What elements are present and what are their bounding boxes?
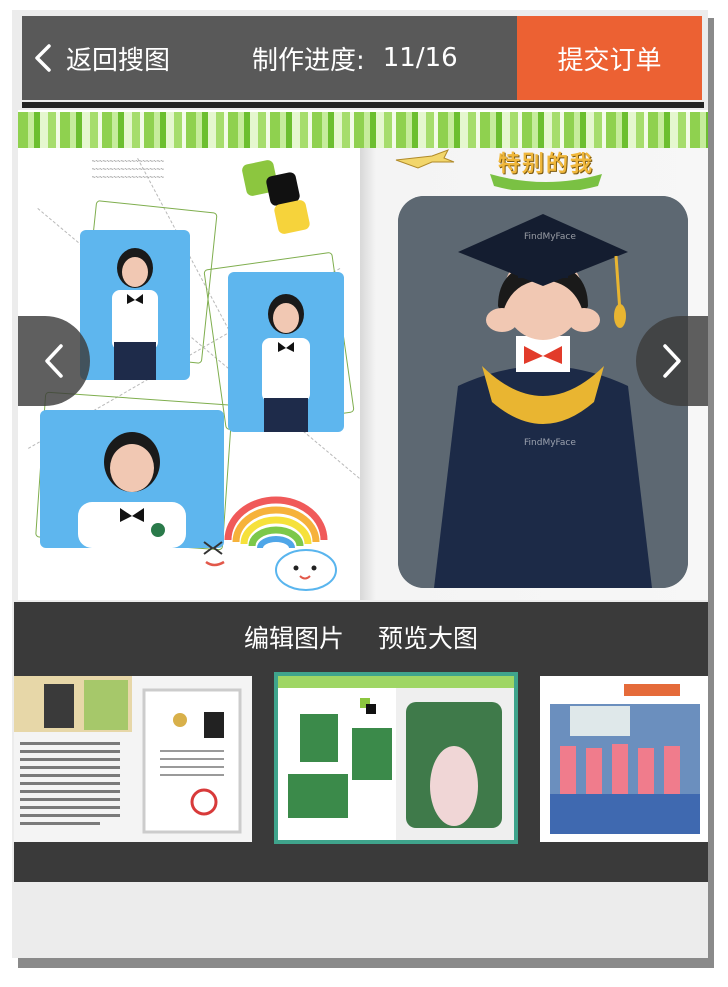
progress-indicator: 制作进度: 11/16	[252, 16, 458, 100]
chevron-right-icon	[663, 344, 681, 378]
thumbnail-art	[278, 676, 514, 840]
page-title-art: 特别的我	[498, 152, 595, 177]
top-bar: 返回搜图 制作进度: 11/16 提交订单	[22, 16, 702, 100]
page-thumbnail-current[interactable]	[274, 672, 518, 844]
preview-large-button[interactable]: 预览大图	[378, 619, 478, 655]
thumbnail-art	[14, 676, 252, 842]
airplane-sticker	[395, 149, 455, 169]
bottom-panel: 编辑图片 预览大图	[14, 602, 708, 882]
thumbnail-art	[540, 676, 708, 842]
chevron-left-icon	[35, 44, 51, 72]
page-thumbnail-prev[interactable]	[14, 676, 252, 842]
graduate-figure	[398, 196, 688, 588]
doodle-face	[203, 541, 225, 567]
bottom-spacer	[12, 882, 708, 958]
watermark: FindMyFace	[524, 232, 576, 242]
app-screen: 返回搜图 制作进度: 11/16 提交订单 ~~~~~~~~~~~~~~~~~~…	[12, 10, 708, 958]
child-figure	[262, 294, 310, 432]
child-figure	[112, 248, 158, 380]
photo-graduation: FindMyFace FindMyFace	[398, 196, 688, 588]
decor-square-yellow	[273, 199, 311, 235]
submit-order-button[interactable]: 提交订单	[517, 16, 702, 100]
page-thumbnail-next[interactable]	[540, 676, 708, 842]
edit-image-button[interactable]: 编辑图片	[244, 619, 344, 655]
album-spread: ~~~~~~~~~~~~~~~~~~~~ ~~~~~~~~~~~~~~~~~~~…	[18, 110, 708, 600]
back-label: 返回搜图	[66, 45, 171, 76]
watermark: FindMyFace	[524, 438, 576, 448]
back-button[interactable]: 返回搜图	[32, 16, 170, 100]
photo-standing-2	[228, 272, 344, 432]
panel-actions: 编辑图片 预览大图	[14, 602, 708, 672]
chevron-left-icon	[45, 344, 63, 378]
app-frame: 返回搜图 制作进度: 11/16 提交订单 ~~~~~~~~~~~~~~~~~~…	[0, 0, 728, 987]
progress-label: 制作进度:	[252, 45, 365, 76]
header-divider	[22, 102, 704, 108]
progress-count: 11/16	[382, 43, 458, 73]
green-stripe-band	[18, 112, 708, 148]
photo-standing-1	[80, 230, 190, 380]
photo-face-pose	[40, 410, 224, 548]
child-figure	[78, 432, 186, 548]
